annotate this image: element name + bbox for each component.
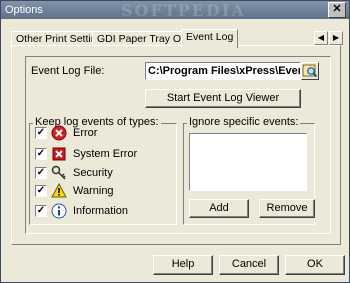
security-label: Security (73, 167, 113, 179)
information-checkbox[interactable]: ✓ (35, 205, 47, 217)
tab-scroll-right-button[interactable]: ▶ (329, 31, 343, 45)
options-window: Options SOFTPEDIA ✕ Other Print Settings… (0, 0, 350, 283)
remove-button[interactable]: Remove (259, 199, 315, 218)
start-event-log-viewer-button[interactable]: Start Event Log Viewer (145, 89, 301, 108)
error-icon (51, 125, 67, 141)
ignore-events-group-label: Ignore specific events: (187, 116, 301, 128)
cancel-button[interactable]: Cancel (219, 255, 279, 275)
tab-strip: Other Print Settings GDI Paper Tray Offs… (11, 29, 346, 48)
tab-event-log[interactable]: Event Log (181, 29, 239, 48)
ignored-events-list[interactable] (189, 133, 307, 191)
ok-button[interactable]: OK (285, 255, 345, 275)
error-label: Error (73, 127, 98, 139)
watermark: SOFTPEDIA (121, 1, 246, 20)
window-title: Options (5, 4, 43, 16)
warning-label: Warning (73, 185, 114, 197)
information-icon (51, 203, 67, 219)
key-icon (51, 165, 66, 180)
system-error-checkbox[interactable]: ✓ (35, 148, 47, 160)
system-error-label: System Error (73, 148, 138, 160)
error-checkbox[interactable]: ✓ (35, 127, 47, 139)
tab-scroll-left-button[interactable]: ◀ (314, 31, 328, 45)
browse-button[interactable] (301, 62, 319, 80)
help-button[interactable]: Help (153, 255, 213, 275)
warning-icon (51, 183, 67, 198)
security-checkbox[interactable]: ✓ (35, 167, 47, 179)
event-log-file-label: Event Log File: (31, 65, 105, 77)
system-error-icon (52, 147, 66, 161)
browse-icon (302, 64, 318, 78)
title-bar: Options SOFTPEDIA ✕ (1, 1, 349, 20)
add-button[interactable]: Add (189, 199, 249, 218)
warning-checkbox[interactable]: ✓ (35, 185, 47, 197)
event-log-file-input[interactable]: C:\Program Files\xPress\Even (145, 62, 301, 80)
information-label: Information (73, 205, 129, 217)
close-button[interactable]: ✕ (328, 2, 346, 18)
